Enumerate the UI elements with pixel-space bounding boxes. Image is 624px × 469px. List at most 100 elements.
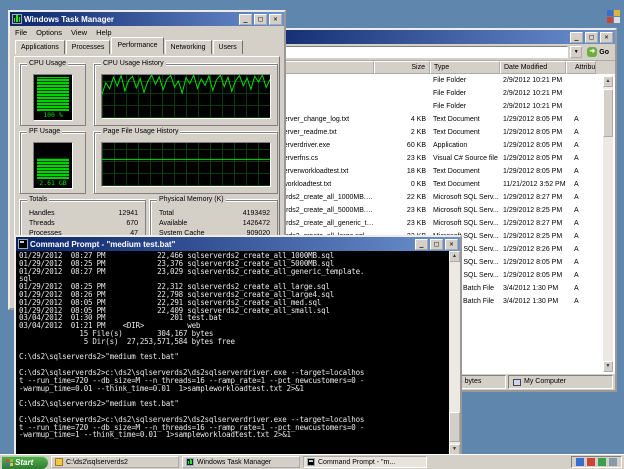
explorer-vertical-scrollbar[interactable]: ▲ ▼ xyxy=(602,76,613,372)
tab-users[interactable]: Users xyxy=(213,40,243,54)
scroll-down-button[interactable]: ▼ xyxy=(603,361,613,372)
file-row[interactable]: sqlserverds2_create_all_5000MB.sql23 KBM… xyxy=(242,204,615,217)
file-attributes: A xyxy=(566,113,596,126)
column-header-size[interactable]: Size xyxy=(374,61,430,74)
file-row[interactable]: sqlserverds2_create_all_generic_template… xyxy=(242,217,615,230)
address-dropdown-button[interactable]: ▼ xyxy=(570,46,582,58)
minimize-button[interactable]: _ xyxy=(570,32,583,43)
icon-pixel xyxy=(607,10,613,16)
file-row[interactable]: ds2sqlserver_change_log.txt4 KBText Docu… xyxy=(242,113,615,126)
file-row[interactable]: sampleworkloadtest.txt0 KBText Document1… xyxy=(242,178,615,191)
icon-pixel xyxy=(614,17,620,23)
cpu-history-group: CPU Usage History xyxy=(94,64,278,126)
tray-icon-2[interactable] xyxy=(587,458,595,466)
close-button[interactable]: ✕ xyxy=(269,14,282,25)
go-arrow-icon: ➜ xyxy=(587,47,597,57)
task-manager-title: Windows Task Manager xyxy=(24,15,237,24)
tab-networking[interactable]: Networking xyxy=(165,40,212,54)
file-row[interactable]: File Folder2/9/2012 10:21 PM xyxy=(242,74,615,87)
stat-label: Available xyxy=(159,219,187,229)
scroll-up-button[interactable]: ▲ xyxy=(449,251,460,262)
terminal-scrollbar[interactable]: ▲ ▼ xyxy=(449,251,460,455)
minimize-button[interactable]: _ xyxy=(239,14,252,25)
file-attributes: A xyxy=(566,191,596,204)
pf-usage-meter: 2.61 GB xyxy=(33,142,73,189)
taskbar-button-label: C:\ds2\sqlserverds2 xyxy=(66,459,128,466)
tray-icon-1[interactable] xyxy=(576,458,584,466)
file-attributes: A xyxy=(566,126,596,139)
cpu-usage-label: CPU Usage xyxy=(27,60,68,68)
tray-icon-3[interactable] xyxy=(598,458,606,466)
status-location-label: My Computer xyxy=(524,376,566,388)
scrollbar-thumb[interactable] xyxy=(603,89,613,137)
pf-history-group: Page File Usage History xyxy=(94,132,278,194)
file-row[interactable]: File Folder2/9/2012 10:21 PM xyxy=(242,100,615,113)
menu-help[interactable]: Help xyxy=(96,28,111,37)
file-date-modified: 1/29/2012 8:27 PM xyxy=(500,217,566,230)
maximize-button[interactable]: □ xyxy=(430,239,443,250)
file-size: 23 KB xyxy=(374,217,430,230)
terminal-text: 01/29/2012 08:27 PM 22,466 sqlserverds2_… xyxy=(19,252,446,439)
cpu-usage-meter: 100 % xyxy=(33,74,73,121)
tab-performance[interactable]: Performance xyxy=(111,37,163,54)
file-date-modified: 1/29/2012 8:05 PM xyxy=(500,152,566,165)
file-type: Text Document xyxy=(430,178,500,191)
cpu-history-plot xyxy=(102,75,270,118)
file-size: 0 KB xyxy=(374,178,430,191)
address-input[interactable] xyxy=(245,46,568,58)
file-row[interactable]: ds2sqlserverworkloadtest.txt18 KBText Do… xyxy=(242,165,615,178)
menu-file[interactable]: File xyxy=(15,28,27,37)
file-attributes: A xyxy=(566,165,596,178)
scrollbar-thumb[interactable] xyxy=(449,412,460,442)
file-row[interactable]: ds2sqlserverfns.cs23 KBVisual C# Source … xyxy=(242,152,615,165)
pf-history-plot xyxy=(102,143,270,186)
scroll-up-button[interactable]: ▲ xyxy=(603,76,613,87)
menu-options[interactable]: Options xyxy=(36,28,62,37)
file-type: Text Document xyxy=(430,113,500,126)
file-attributes: A xyxy=(566,256,596,269)
column-headers: Size Type Date Modified Attributes xyxy=(242,61,604,74)
cpu-history-label: CPU Usage History xyxy=(101,60,166,68)
file-row[interactable]: ds2sqlserverdriver.exe60 KBApplication1/… xyxy=(242,139,615,152)
column-header-attributes[interactable]: Attributes xyxy=(566,61,596,74)
taskbar: Start C:\ds2\sqlserverds2 Windows Task M… xyxy=(0,454,624,469)
file-attributes: A xyxy=(566,282,596,295)
icon-pixel xyxy=(614,10,620,16)
taskbar-button-task-manager[interactable]: Windows Task Manager xyxy=(182,456,300,468)
file-row[interactable]: ds2sqlserver_readme.txt2 KBText Document… xyxy=(242,126,615,139)
taskbar-button-command-prompt[interactable]: Command Prompt - "m... xyxy=(303,456,427,468)
terminal-output-area[interactable]: 01/29/2012 08:27 PM 22,466 sqlserverds2_… xyxy=(16,251,460,455)
file-size xyxy=(374,74,430,87)
task-manager-titlebar[interactable]: Windows Task Manager _ □ ✕ xyxy=(10,12,284,26)
stat-row: Total4193492 xyxy=(157,209,272,219)
start-button[interactable]: Start xyxy=(2,456,48,469)
file-size: 23 KB xyxy=(374,204,430,217)
maximize-button[interactable]: □ xyxy=(254,14,267,25)
command-prompt-window: Command Prompt - "medium test.bat" _ □ ✕… xyxy=(14,235,462,457)
go-button[interactable]: ➜ Go xyxy=(584,46,612,59)
minimize-button[interactable]: _ xyxy=(415,239,428,250)
command-prompt-titlebar[interactable]: Command Prompt - "medium test.bat" _ □ ✕ xyxy=(16,237,460,251)
file-date-modified: 1/29/2012 8:27 PM xyxy=(500,191,566,204)
explorer-titlebar[interactable]: _ □ ✕ xyxy=(242,30,615,44)
tab-processes[interactable]: Processes xyxy=(66,40,111,54)
taskbar-button-explorer[interactable]: C:\ds2\sqlserverds2 xyxy=(51,456,179,468)
stat-row: Available1426472 xyxy=(157,219,272,229)
tray-icon-4[interactable] xyxy=(609,458,617,466)
file-row[interactable]: sqlserverds2_create_all_1000MB.sql22 KBM… xyxy=(242,191,615,204)
stat-value: 4193492 xyxy=(243,209,270,219)
desktop-shortcut-icon[interactable] xyxy=(607,10,621,24)
close-button[interactable]: ✕ xyxy=(600,32,613,43)
menu-view[interactable]: View xyxy=(71,28,87,37)
icon-pixel xyxy=(607,17,613,23)
file-attributes: A xyxy=(566,178,596,191)
file-date-modified: 1/29/2012 8:25 PM xyxy=(500,204,566,217)
file-size xyxy=(374,100,430,113)
column-header-date-modified[interactable]: Date Modified xyxy=(500,61,566,74)
task-manager-icon xyxy=(12,14,22,24)
tab-applications[interactable]: Applications xyxy=(15,40,65,54)
maximize-button[interactable]: □ xyxy=(585,32,598,43)
file-row[interactable]: File Folder2/9/2012 10:21 PM xyxy=(242,87,615,100)
close-button[interactable]: ✕ xyxy=(445,239,458,250)
column-header-type[interactable]: Type xyxy=(430,61,500,74)
